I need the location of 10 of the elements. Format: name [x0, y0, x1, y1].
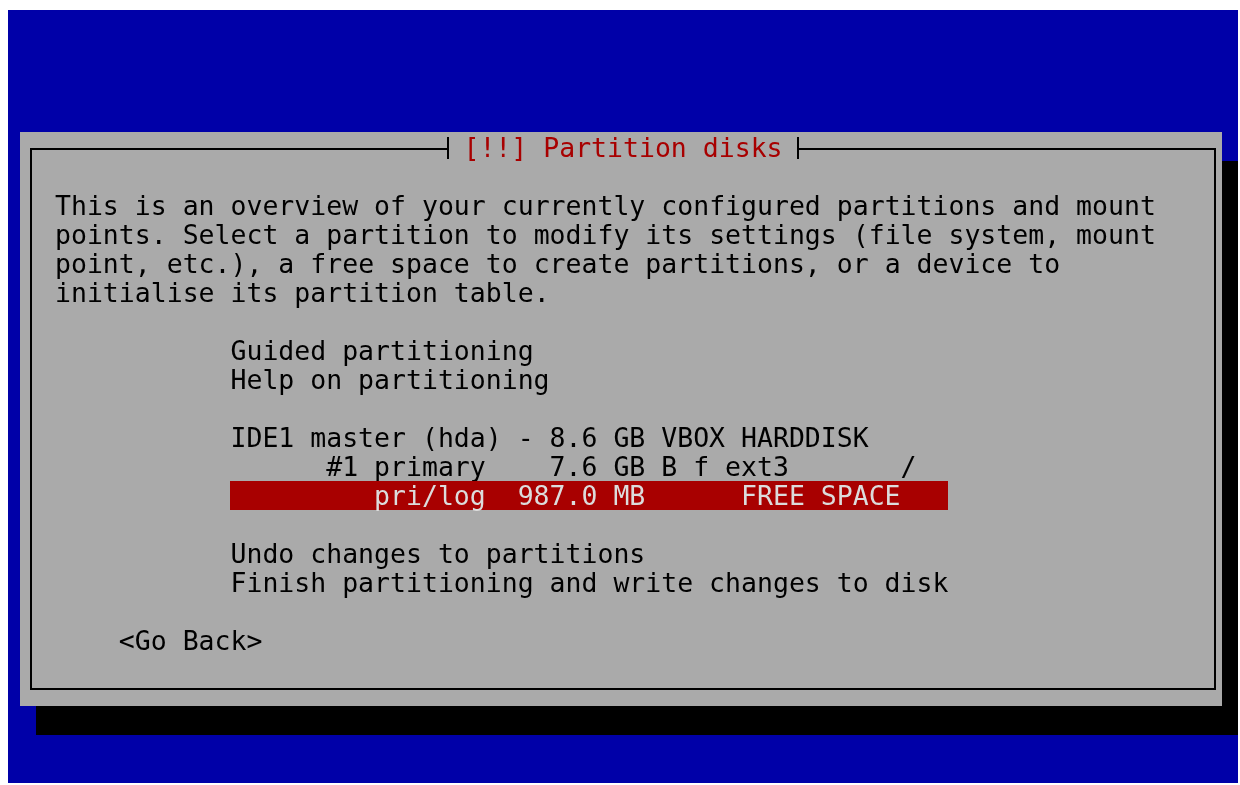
menu-item[interactable]: pri/log 987.0 MB FREE SPACE: [230, 481, 949, 510]
back-button[interactable]: <Go Back>: [118, 626, 263, 655]
menu-item[interactable]: Guided partitioning: [230, 336, 949, 365]
message-text: This is an overview of your currently configured partitions and mount points. Select a partition to modify its settings (file system, mount point, etc.), a free space to create partitions, or a device to initialise its partition table.: [55, 191, 1157, 307]
menu-item[interactable]: Undo changes to partitions: [230, 539, 949, 568]
menu-item[interactable]: Help on partitioning: [230, 365, 949, 394]
menu-item[interactable]: Finish partitioning and write changes to disk: [230, 568, 949, 597]
dialog-title: [!!] Partition disks: [447, 137, 799, 159]
menu-item[interactable]: IDE1 master (hda) - 8.6 GB VBOX HARDDISK: [230, 423, 949, 452]
menu-item[interactable]: #1 primary 7.6 GB B f ext3 /: [230, 452, 949, 481]
